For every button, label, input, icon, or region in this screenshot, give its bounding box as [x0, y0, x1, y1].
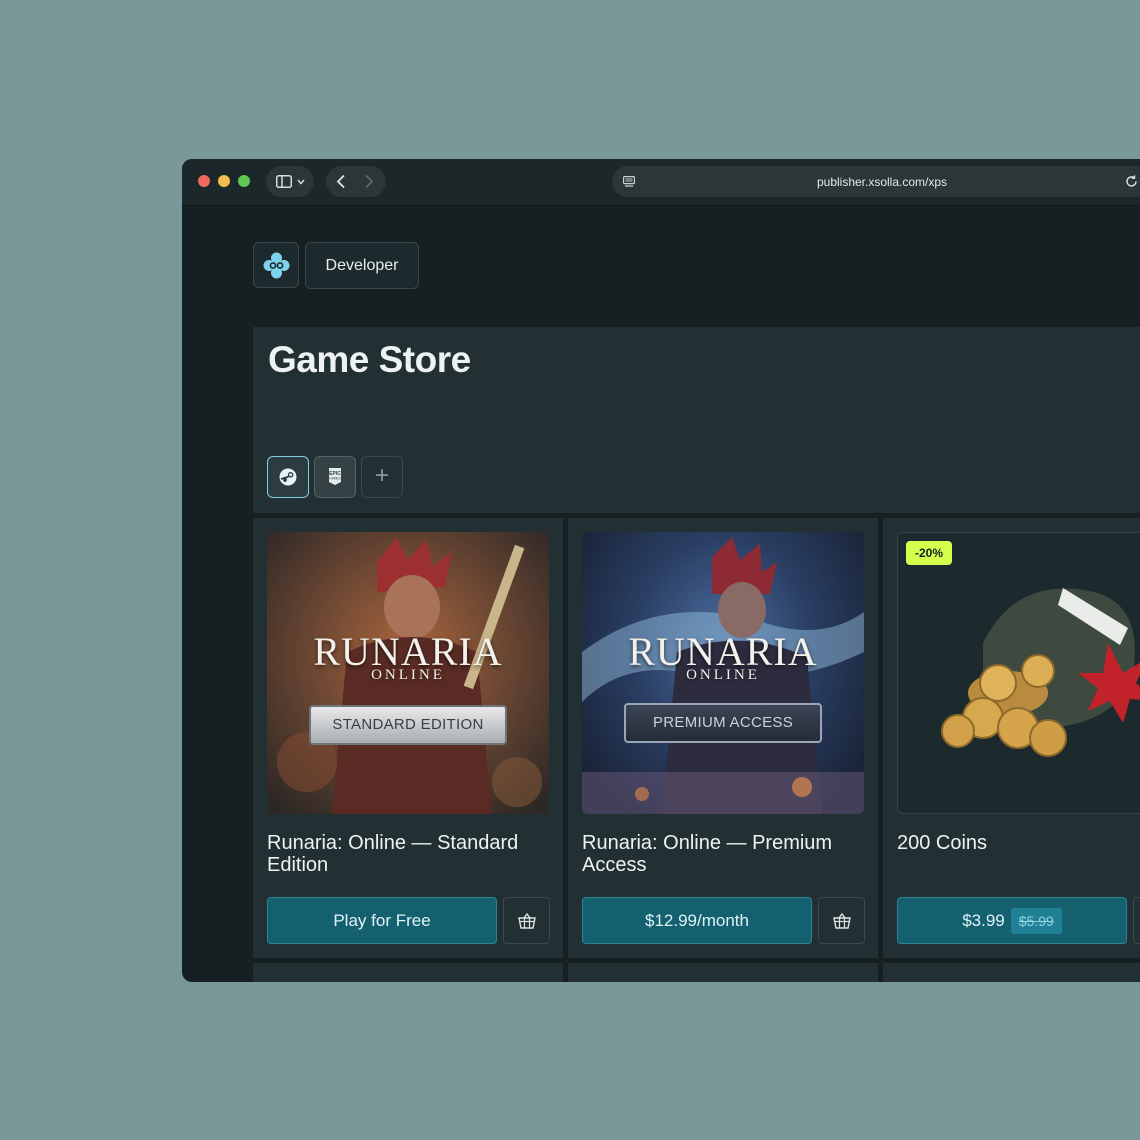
close-window-button[interactable] [198, 175, 210, 187]
svg-text:GAMES: GAMES [329, 477, 341, 481]
current-price: $3.99 [962, 911, 1005, 930]
old-price: $5.99 [1010, 907, 1062, 934]
reload-icon[interactable] [1125, 175, 1138, 188]
product-title: Runaria: Online — Premium Access [582, 832, 833, 876]
add-to-cart-button[interactable] [503, 897, 550, 944]
add-platform-button[interactable]: + [361, 456, 403, 498]
product-card-row-2 [253, 963, 563, 982]
game-logo-subtitle: ONLINE [686, 667, 760, 683]
chevron-down-icon [297, 179, 305, 185]
product-image-standard-edition[interactable]: RUNARIA ONLINE STANDARD EDITION [267, 532, 549, 814]
product-card-row-2 [883, 963, 1140, 982]
product-card[interactable]: RUNARIA ONLINE STANDARD EDITION Runaria:… [253, 518, 563, 958]
product-card[interactable]: RUNARIA ONLINE PREMIUM ACCESS Runaria: O… [568, 518, 878, 958]
game-logo-subtitle: ONLINE [371, 667, 445, 683]
basket-icon [833, 913, 851, 929]
product-image-coins[interactable]: -20% [897, 532, 1140, 814]
product-title: 200 Coins [897, 832, 988, 854]
product-card[interactable]: -20% 200 Coins $3.99 $5.99 [883, 518, 1140, 958]
platform-steam-button[interactable] [267, 456, 309, 498]
back-icon[interactable] [336, 174, 346, 189]
address-bar[interactable]: publisher.xsolla.com/xps [612, 166, 1140, 197]
platform-epic-games-button[interactable]: EPIC GAMES [314, 456, 356, 498]
url-text: publisher.xsolla.com/xps [816, 175, 948, 189]
product-title: Runaria: Online — Standard Edition [267, 832, 519, 876]
xsolla-logo-button[interactable] [253, 242, 299, 288]
coin-bag-artwork [941, 588, 1140, 757]
product-image-premium-access[interactable]: RUNARIA ONLINE PREMIUM ACCESS [582, 532, 864, 814]
page-content: Developer Game Store EPIC GAMES + RUNARI… [182, 205, 1140, 982]
basket-icon [518, 913, 536, 929]
edition-plate: PREMIUM ACCESS [624, 703, 822, 743]
sidebar-toggle-button[interactable] [266, 166, 314, 197]
page-title: Game Store [268, 339, 471, 380]
edition-plate: STANDARD EDITION [309, 705, 507, 745]
discount-badge: -20% [906, 541, 953, 565]
navigation-buttons [326, 166, 386, 197]
add-to-cart-button[interactable] [818, 897, 865, 944]
buy-coins-button[interactable]: $3.99 $5.99 [897, 897, 1127, 944]
product-card-row-2 [568, 963, 878, 982]
epic-games-icon: EPIC GAMES [329, 468, 341, 485]
minimize-window-button[interactable] [218, 175, 230, 187]
store-header-panel: Game Store EPIC GAMES + [253, 327, 1140, 513]
play-for-free-button[interactable]: Play for Free [267, 897, 497, 944]
add-to-cart-button[interactable] [1133, 897, 1140, 944]
developer-button[interactable]: Developer [305, 242, 419, 289]
sidebar-icon [276, 175, 292, 188]
browser-window: publisher.xsolla.com/xps Developer Game … [182, 159, 1140, 982]
maximize-window-button[interactable] [238, 175, 250, 187]
subscribe-button[interactable]: $12.99/month [582, 897, 812, 944]
forward-icon[interactable] [364, 174, 374, 189]
steam-icon [279, 468, 297, 486]
xsolla-logo-icon [263, 252, 290, 279]
browser-titlebar: publisher.xsolla.com/xps [182, 159, 1140, 206]
